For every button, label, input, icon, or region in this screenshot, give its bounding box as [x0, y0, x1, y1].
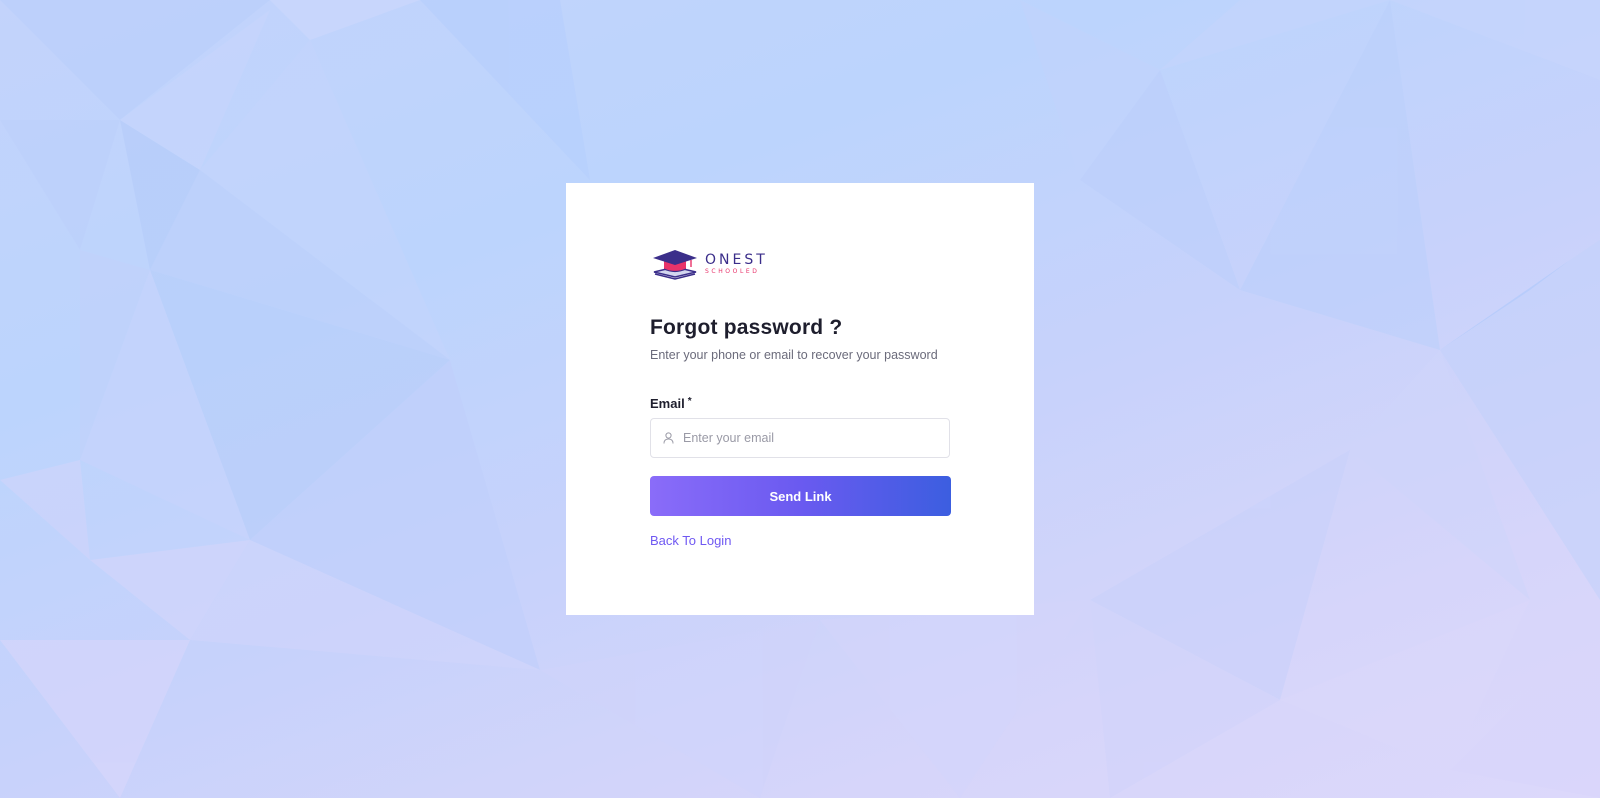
email-label: Email * — [650, 396, 692, 411]
email-input[interactable] — [681, 430, 935, 446]
send-link-button[interactable]: Send Link — [650, 476, 951, 516]
brand-logo: ONEST SCHOOLED — [651, 248, 768, 280]
graduation-cap-icon — [653, 250, 697, 280]
email-label-text: Email — [650, 396, 685, 411]
page-subtitle: Enter your phone or email to recover you… — [650, 348, 938, 362]
brand-name: ONEST — [705, 252, 768, 268]
page-title: Forgot password ? — [650, 316, 843, 339]
email-field-wrapper[interactable] — [650, 418, 950, 458]
back-to-login-link[interactable]: Back To Login — [650, 533, 731, 548]
brand-tagline: SCHOOLED — [705, 268, 760, 275]
forgot-password-card: ONEST SCHOOLED Forgot password ? Enter y… — [566, 183, 1034, 615]
user-icon — [662, 432, 674, 444]
required-mark: * — [687, 396, 692, 407]
